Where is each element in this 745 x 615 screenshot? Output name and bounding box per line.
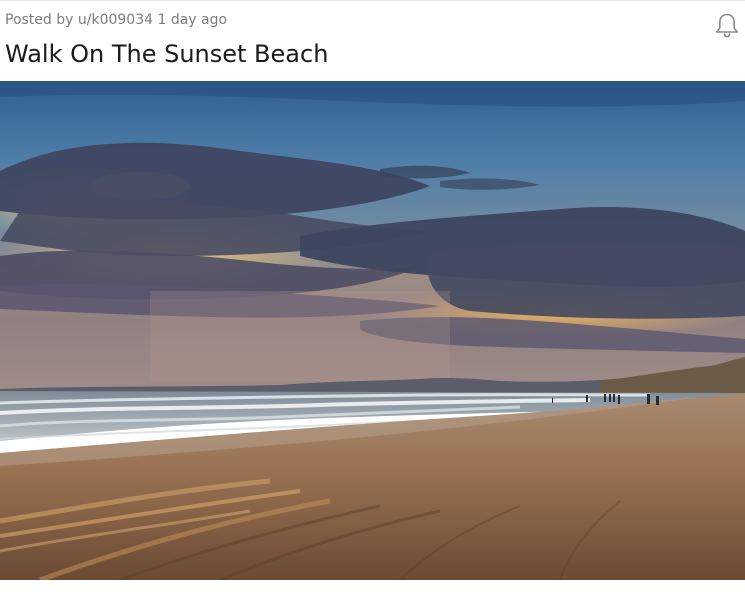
top-divider <box>0 0 745 1</box>
posted-by-label: Posted by <box>5 12 74 28</box>
post-image[interactable] <box>0 81 745 580</box>
post-time: 1 day ago <box>157 12 228 28</box>
sunset-beach-photo <box>0 81 745 580</box>
post-title[interactable]: Walk On The Sunset Beach <box>5 40 328 68</box>
post-meta: Posted by u/k009034 1 day ago <box>5 12 227 28</box>
author-link[interactable]: u/k009034 <box>78 12 153 28</box>
bell-icon[interactable] <box>713 11 741 39</box>
